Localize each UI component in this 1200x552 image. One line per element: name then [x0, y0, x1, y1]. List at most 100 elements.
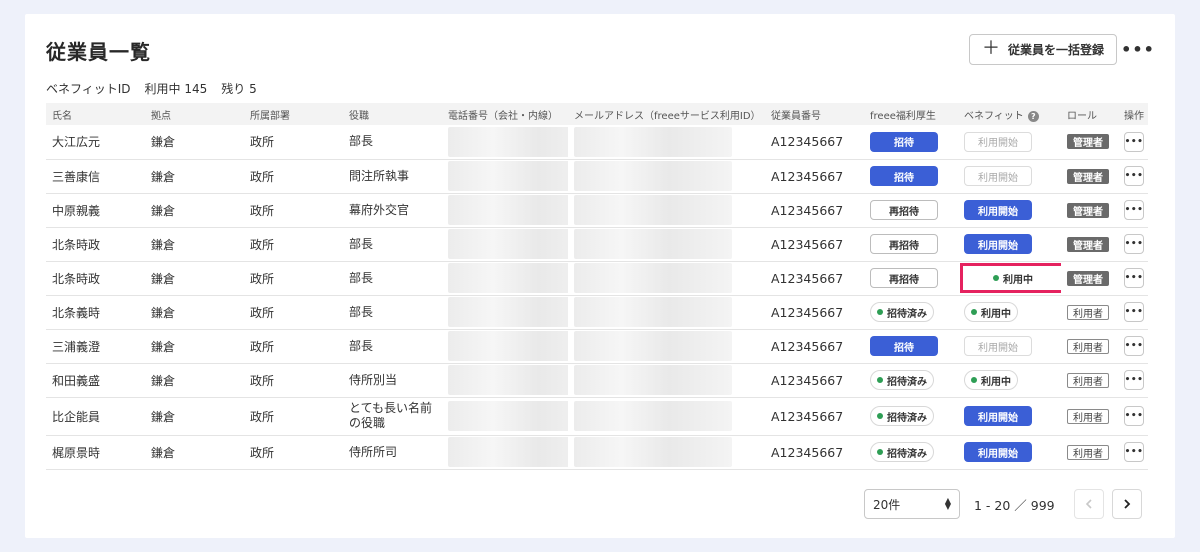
- cell-phone: [442, 435, 568, 469]
- row-more-button[interactable]: •••: [1124, 234, 1144, 254]
- cell-base: 鎌倉: [151, 169, 176, 184]
- redacted-email: [574, 297, 732, 327]
- welfare-status-label: 招待済み: [887, 376, 927, 388]
- table-row[interactable]: 北条義時 鎌倉 政所 部長 A12345667 招待済み 利用中 利用者 •••: [46, 295, 1148, 329]
- prev-page-button[interactable]: [1074, 489, 1104, 519]
- row-more-button[interactable]: •••: [1124, 268, 1144, 288]
- table-row[interactable]: 北条時政 鎌倉 政所 部長 A12345667 再招待 利用開始 管理者 •••: [46, 227, 1148, 261]
- role-badge: 管理者: [1067, 134, 1109, 150]
- cell-welfare: 招待: [864, 159, 958, 193]
- cell-phone: [442, 125, 568, 159]
- cell-name: 三浦義澄: [52, 339, 101, 354]
- cell-email: [568, 159, 765, 193]
- redacted-email: [574, 401, 732, 431]
- table-row[interactable]: 梶原景時 鎌倉 政所 侍所所司 A12345667 招待済み 利用開始 利用者 •••: [46, 435, 1148, 469]
- cell-base: 鎌倉: [151, 445, 176, 460]
- row-more-button[interactable]: •••: [1124, 406, 1144, 426]
- next-page-button[interactable]: [1112, 489, 1142, 519]
- col-name[interactable]: 氏名: [46, 103, 145, 125]
- table-row[interactable]: 三善康信 鎌倉 政所 問注所執事 A12345667 招待 利用開始 管理者 •••: [46, 159, 1148, 193]
- cell-dept: 政所: [250, 305, 275, 320]
- role-badge: 管理者: [1067, 202, 1109, 218]
- cell-email: [568, 227, 765, 261]
- cell-base: 鎌倉: [151, 305, 176, 320]
- col-email[interactable]: メールアドレス（freeeサービス利用ID）: [568, 103, 765, 125]
- more-menu-button[interactable]: •••: [1121, 38, 1154, 60]
- role-badge: 管理者: [1067, 168, 1109, 184]
- col-dept[interactable]: 所属部署: [244, 103, 343, 125]
- cell-actions: •••: [1118, 261, 1148, 295]
- cell-name: 北条義時: [52, 305, 101, 320]
- benefit-button[interactable]: 利用開始: [964, 406, 1032, 426]
- col-emp-no[interactable]: 従業員番号: [765, 103, 864, 125]
- cell-actions: •••: [1118, 435, 1148, 469]
- cell-base: 鎌倉: [151, 373, 176, 388]
- cell-base: 鎌倉: [151, 409, 176, 424]
- cell-phone: [442, 295, 568, 329]
- col-role[interactable]: ロール: [1061, 103, 1118, 125]
- benefit-button-disabled: 利用開始: [964, 131, 1032, 152]
- table-row[interactable]: 大江広元 鎌倉 政所 部長 A12345667 招待 利用開始 管理者 •••: [46, 125, 1148, 159]
- redacted-phone: [448, 195, 568, 225]
- cell-position: とても長い名前の役職: [349, 401, 433, 430]
- row-more-button[interactable]: •••: [1124, 336, 1144, 356]
- cell-position: 侍所別当: [349, 372, 398, 387]
- row-more-button[interactable]: •••: [1124, 302, 1144, 322]
- highlighted-benefit: 利用中: [960, 263, 1061, 293]
- table-row[interactable]: 中原親義 鎌倉 政所 幕府外交官 A12345667 再招待 利用開始 管理者 •••: [46, 193, 1148, 227]
- redacted-phone: [448, 126, 568, 157]
- welfare-button[interactable]: 再招待: [870, 200, 938, 220]
- benefit-button[interactable]: 利用開始: [964, 442, 1032, 462]
- table-row[interactable]: 比企能員 鎌倉 政所 とても長い名前の役職 A12345667 招待済み 利用開始 利用者 ••…: [46, 397, 1148, 435]
- welfare-button[interactable]: 招待: [870, 336, 938, 356]
- employee-list-card: 従業員一覧 ＋ 従業員を一括登録 ••• ベネフィットID 利用中 145 残り…: [25, 14, 1175, 538]
- cell-dept: 政所: [250, 237, 275, 252]
- cell-position: 部長: [349, 134, 374, 149]
- status-dot-icon: [971, 377, 977, 383]
- cell-position: 部長: [349, 236, 374, 251]
- per-page-select[interactable]: 20件 ▲ ▼: [864, 489, 960, 519]
- welfare-button[interactable]: 再招待: [870, 234, 938, 254]
- role-badge: 利用者: [1067, 372, 1109, 388]
- welfare-button[interactable]: 招待: [870, 166, 938, 186]
- cell-welfare: 招待: [864, 125, 958, 159]
- page-title: 従業員一覧: [46, 40, 151, 64]
- cell-welfare: 再招待: [864, 193, 958, 227]
- benefit-button[interactable]: 利用開始: [964, 234, 1032, 254]
- cell-name: 北条時政: [52, 271, 101, 286]
- cell-benefit: 利用中: [958, 363, 1061, 397]
- cell-benefit: 利用中: [958, 295, 1061, 329]
- row-more-button[interactable]: •••: [1124, 370, 1144, 390]
- welfare-button[interactable]: 再招待: [870, 268, 938, 288]
- benefit-button[interactable]: 利用開始: [964, 200, 1032, 220]
- col-welfare[interactable]: freee福利厚生: [864, 103, 958, 125]
- table-row[interactable]: 和田義盛 鎌倉 政所 侍所別当 A12345667 招待済み 利用中 利用者 •••: [46, 363, 1148, 397]
- col-position[interactable]: 役職: [343, 103, 442, 125]
- row-more-button[interactable]: •••: [1124, 200, 1144, 220]
- cell-base: 鎌倉: [151, 135, 176, 150]
- row-more-button[interactable]: •••: [1124, 166, 1144, 186]
- cell-role: 利用者: [1061, 295, 1118, 329]
- help-icon[interactable]: ?: [1027, 110, 1039, 122]
- table-row[interactable]: 三浦義澄 鎌倉 政所 部長 A12345667 招待 利用開始 利用者 •••: [46, 329, 1148, 363]
- role-badge: 利用者: [1067, 338, 1109, 354]
- redacted-phone: [448, 297, 568, 327]
- cell-position: 部長: [349, 270, 374, 285]
- row-more-button[interactable]: •••: [1124, 131, 1144, 152]
- welfare-button[interactable]: 招待: [870, 131, 938, 152]
- col-benefit[interactable]: ベネフィット?: [958, 103, 1061, 125]
- cell-welfare: 再招待: [864, 227, 958, 261]
- cell-name: 大江広元: [52, 135, 101, 150]
- cell-position: 部長: [349, 338, 374, 353]
- status-dot-icon: [877, 309, 883, 315]
- cell-position: 部長: [349, 304, 374, 319]
- benefit-status: 利用中: [987, 268, 1039, 288]
- bulk-register-button[interactable]: ＋ 従業員を一括登録: [969, 34, 1117, 65]
- col-phone[interactable]: 電話番号（会社・内線）: [442, 103, 568, 125]
- row-more-button[interactable]: •••: [1124, 442, 1144, 462]
- redacted-email: [574, 126, 732, 157]
- table-row[interactable]: 北条時政 鎌倉 政所 部長 A12345667 再招待 利用中 管理者 •••: [46, 261, 1148, 295]
- welfare-status: 招待済み: [870, 302, 934, 322]
- col-base[interactable]: 拠点: [145, 103, 244, 125]
- cell-emp-no: A12345667: [771, 372, 844, 388]
